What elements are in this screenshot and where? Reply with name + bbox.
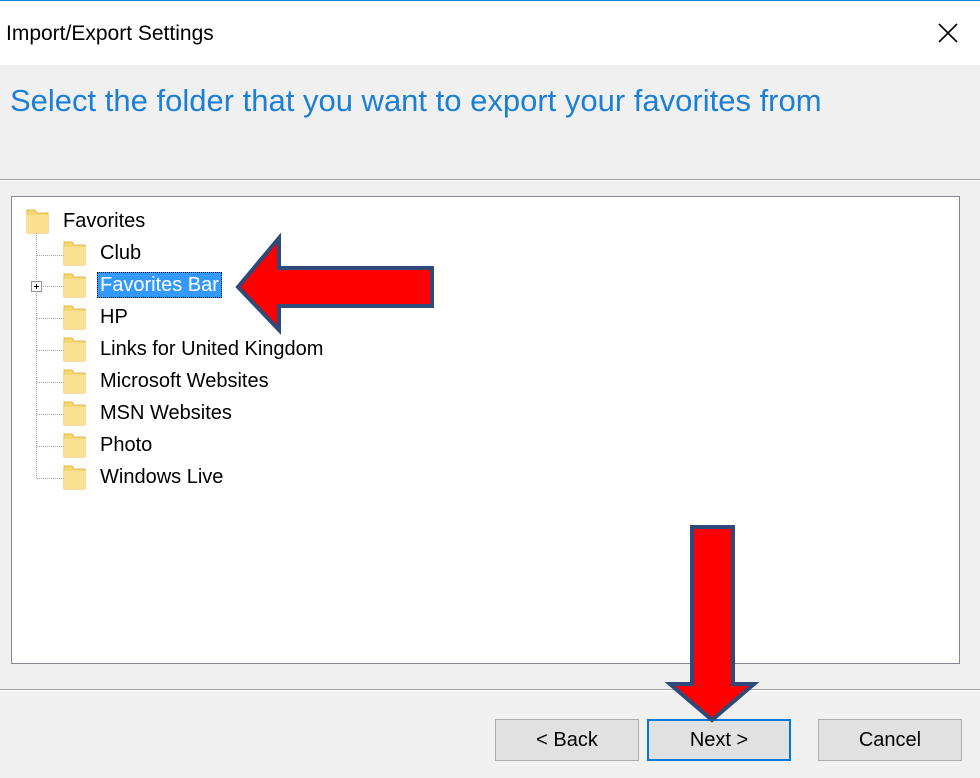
tree-node-label: Photo [100, 434, 153, 456]
import-export-dialog: Import/Export Settings Select the folder… [0, 0, 980, 778]
tree-node-msn-websites[interactable]: MSN Websites [63, 399, 235, 427]
folder-icon [63, 401, 86, 426]
folder-icon [63, 241, 86, 266]
expand-toggle-favorites-bar[interactable] [31, 281, 42, 292]
tree-node-label: Microsoft Websites [100, 370, 269, 392]
tree-node-links-for-united-kingdom[interactable]: Links for United Kingdom [63, 335, 326, 363]
header-separator-highlight [0, 180, 980, 181]
folder-icon [63, 433, 86, 458]
tree-node-label: Links for United Kingdom [100, 338, 324, 360]
folder-icon [63, 337, 86, 362]
tree-connector-lines [36, 233, 64, 479]
tree-node-hp[interactable]: HP [63, 303, 131, 331]
window-title: Import/Export Settings [6, 22, 214, 45]
tree-node-label: Windows Live [100, 466, 224, 488]
folder-icon [63, 369, 86, 394]
header-band: Select the folder that you want to expor… [0, 65, 980, 179]
tree-node-favorites-root[interactable]: Favorites [26, 207, 148, 235]
folder-icon [63, 273, 86, 298]
close-icon [938, 23, 958, 43]
folder-icon [63, 305, 86, 330]
folder-icon [63, 465, 86, 490]
next-button[interactable]: Next > [647, 719, 791, 761]
close-button[interactable] [916, 1, 980, 65]
tree-node-label: Favorites Bar [97, 272, 222, 298]
tree-node-label: MSN Websites [100, 402, 232, 424]
folder-tree[interactable]: Favorites Club Favorites Bar HP Links fo… [11, 196, 960, 664]
tree-node-club[interactable]: Club [63, 239, 144, 267]
cancel-button[interactable]: Cancel [818, 719, 962, 761]
title-bar[interactable]: Import/Export Settings [0, 1, 980, 65]
tree-node-photo[interactable]: Photo [63, 431, 155, 459]
tree-node-label: HP [100, 306, 128, 328]
tree-node-favorites-bar[interactable]: Favorites Bar [63, 271, 222, 299]
tree-node-label: Club [100, 242, 142, 264]
tree-node-windows-live[interactable]: Windows Live [63, 463, 226, 491]
tree-node-microsoft-websites[interactable]: Microsoft Websites [63, 367, 272, 395]
footer-separator-highlight [0, 690, 980, 691]
folder-icon [26, 209, 49, 234]
page-heading: Select the folder that you want to expor… [10, 83, 822, 118]
back-button[interactable]: < Back [495, 719, 639, 761]
tree-node-label: Favorites [63, 210, 146, 232]
